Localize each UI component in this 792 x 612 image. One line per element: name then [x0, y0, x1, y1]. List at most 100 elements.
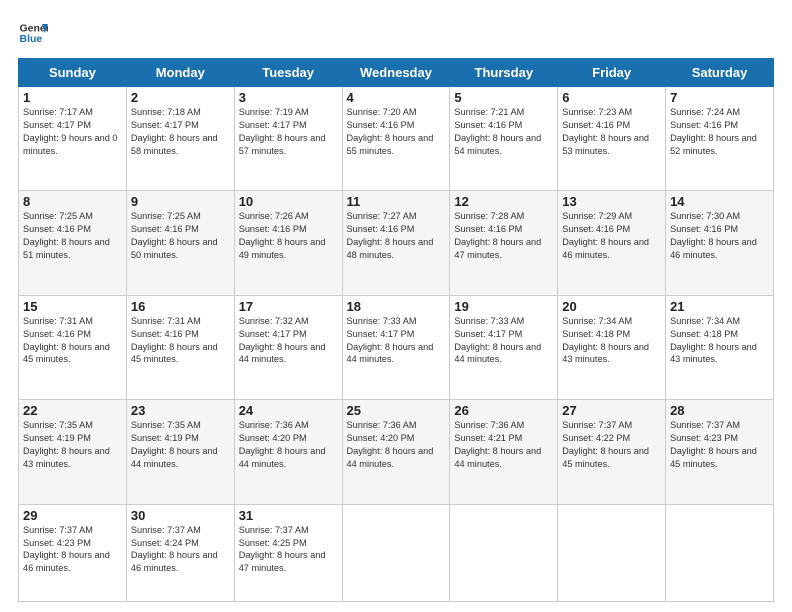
day-content: Sunrise: 7:29 AM Sunset: 4:16 PM Dayligh…	[562, 210, 661, 262]
sunset-label: Sunset: 4:17 PM	[23, 120, 91, 130]
daylight-label: Daylight: 8 hours and 44 minutes.	[131, 446, 218, 469]
daylight-label: Daylight: 8 hours and 54 minutes.	[454, 133, 541, 156]
calendar-day-28: 28 Sunrise: 7:37 AM Sunset: 4:23 PM Dayl…	[666, 400, 774, 504]
sunrise-label: Sunrise: 7:29 AM	[562, 211, 632, 221]
daylight-label: Daylight: 8 hours and 53 minutes.	[562, 133, 649, 156]
sunset-label: Sunset: 4:19 PM	[23, 433, 91, 443]
sunrise-label: Sunrise: 7:25 AM	[131, 211, 201, 221]
logo-icon: General Blue	[18, 18, 48, 48]
sunrise-label: Sunrise: 7:18 AM	[131, 107, 201, 117]
sunset-label: Sunset: 4:16 PM	[131, 224, 199, 234]
empty-cell	[558, 504, 666, 601]
day-number: 25	[347, 403, 446, 418]
sunset-label: Sunset: 4:16 PM	[454, 224, 522, 234]
daylight-label: Daylight: 8 hours and 45 minutes.	[670, 446, 757, 469]
calendar-day-17: 17 Sunrise: 7:32 AM Sunset: 4:17 PM Dayl…	[234, 295, 342, 399]
day-number: 28	[670, 403, 769, 418]
calendar-day-31: 31 Sunrise: 7:37 AM Sunset: 4:25 PM Dayl…	[234, 504, 342, 601]
calendar-day-1: 1 Sunrise: 7:17 AM Sunset: 4:17 PM Dayli…	[19, 87, 127, 191]
sunrise-label: Sunrise: 7:33 AM	[347, 316, 417, 326]
sunrise-label: Sunrise: 7:34 AM	[562, 316, 632, 326]
calendar-week-5: 29 Sunrise: 7:37 AM Sunset: 4:23 PM Dayl…	[19, 504, 774, 601]
daylight-label: Daylight: 8 hours and 52 minutes.	[670, 133, 757, 156]
sunset-label: Sunset: 4:16 PM	[670, 224, 738, 234]
day-number: 9	[131, 194, 230, 209]
day-content: Sunrise: 7:36 AM Sunset: 4:21 PM Dayligh…	[454, 419, 553, 471]
day-content: Sunrise: 7:20 AM Sunset: 4:16 PM Dayligh…	[347, 106, 446, 158]
daylight-label: Daylight: 8 hours and 46 minutes.	[23, 550, 110, 573]
page: General Blue SundayMondayTuesdayWednesda…	[0, 0, 792, 612]
sunrise-label: Sunrise: 7:37 AM	[670, 420, 740, 430]
sunrise-label: Sunrise: 7:28 AM	[454, 211, 524, 221]
day-content: Sunrise: 7:18 AM Sunset: 4:17 PM Dayligh…	[131, 106, 230, 158]
calendar-week-3: 15 Sunrise: 7:31 AM Sunset: 4:16 PM Dayl…	[19, 295, 774, 399]
day-number: 16	[131, 299, 230, 314]
daylight-label: Daylight: 8 hours and 44 minutes.	[454, 342, 541, 365]
sunrise-label: Sunrise: 7:35 AM	[23, 420, 93, 430]
sunrise-label: Sunrise: 7:37 AM	[131, 525, 201, 535]
weekday-header-friday: Friday	[558, 59, 666, 87]
sunset-label: Sunset: 4:25 PM	[239, 538, 307, 548]
day-number: 10	[239, 194, 338, 209]
sunrise-label: Sunrise: 7:33 AM	[454, 316, 524, 326]
calendar-day-12: 12 Sunrise: 7:28 AM Sunset: 4:16 PM Dayl…	[450, 191, 558, 295]
sunrise-label: Sunrise: 7:25 AM	[23, 211, 93, 221]
sunrise-label: Sunrise: 7:36 AM	[239, 420, 309, 430]
sunrise-label: Sunrise: 7:20 AM	[347, 107, 417, 117]
day-content: Sunrise: 7:19 AM Sunset: 4:17 PM Dayligh…	[239, 106, 338, 158]
sunset-label: Sunset: 4:18 PM	[670, 329, 738, 339]
sunrise-label: Sunrise: 7:34 AM	[670, 316, 740, 326]
daylight-label: Daylight: 8 hours and 45 minutes.	[23, 342, 110, 365]
daylight-label: Daylight: 8 hours and 44 minutes.	[347, 446, 434, 469]
day-number: 7	[670, 90, 769, 105]
daylight-label: Daylight: 8 hours and 47 minutes.	[454, 237, 541, 260]
sunset-label: Sunset: 4:24 PM	[131, 538, 199, 548]
sunrise-label: Sunrise: 7:31 AM	[131, 316, 201, 326]
day-content: Sunrise: 7:33 AM Sunset: 4:17 PM Dayligh…	[347, 315, 446, 367]
sunset-label: Sunset: 4:16 PM	[454, 120, 522, 130]
weekday-header-tuesday: Tuesday	[234, 59, 342, 87]
weekday-header-wednesday: Wednesday	[342, 59, 450, 87]
calendar-day-9: 9 Sunrise: 7:25 AM Sunset: 4:16 PM Dayli…	[126, 191, 234, 295]
sunset-label: Sunset: 4:16 PM	[562, 120, 630, 130]
day-number: 21	[670, 299, 769, 314]
sunrise-label: Sunrise: 7:21 AM	[454, 107, 524, 117]
calendar-day-13: 13 Sunrise: 7:29 AM Sunset: 4:16 PM Dayl…	[558, 191, 666, 295]
day-number: 15	[23, 299, 122, 314]
daylight-label: Daylight: 8 hours and 48 minutes.	[347, 237, 434, 260]
calendar-day-29: 29 Sunrise: 7:37 AM Sunset: 4:23 PM Dayl…	[19, 504, 127, 601]
day-content: Sunrise: 7:30 AM Sunset: 4:16 PM Dayligh…	[670, 210, 769, 262]
sunset-label: Sunset: 4:16 PM	[239, 224, 307, 234]
day-number: 20	[562, 299, 661, 314]
calendar-day-16: 16 Sunrise: 7:31 AM Sunset: 4:16 PM Dayl…	[126, 295, 234, 399]
day-content: Sunrise: 7:34 AM Sunset: 4:18 PM Dayligh…	[562, 315, 661, 367]
sunrise-label: Sunrise: 7:35 AM	[131, 420, 201, 430]
sunset-label: Sunset: 4:21 PM	[454, 433, 522, 443]
sunset-label: Sunset: 4:22 PM	[562, 433, 630, 443]
day-content: Sunrise: 7:25 AM Sunset: 4:16 PM Dayligh…	[23, 210, 122, 262]
calendar-day-14: 14 Sunrise: 7:30 AM Sunset: 4:16 PM Dayl…	[666, 191, 774, 295]
day-content: Sunrise: 7:37 AM Sunset: 4:23 PM Dayligh…	[670, 419, 769, 471]
day-number: 29	[23, 508, 122, 523]
sunset-label: Sunset: 4:19 PM	[131, 433, 199, 443]
calendar-day-8: 8 Sunrise: 7:25 AM Sunset: 4:16 PM Dayli…	[19, 191, 127, 295]
sunrise-label: Sunrise: 7:27 AM	[347, 211, 417, 221]
day-content: Sunrise: 7:34 AM Sunset: 4:18 PM Dayligh…	[670, 315, 769, 367]
calendar-day-11: 11 Sunrise: 7:27 AM Sunset: 4:16 PM Dayl…	[342, 191, 450, 295]
logo: General Blue	[18, 18, 52, 48]
calendar-week-2: 8 Sunrise: 7:25 AM Sunset: 4:16 PM Dayli…	[19, 191, 774, 295]
daylight-label: Daylight: 8 hours and 51 minutes.	[23, 237, 110, 260]
sunrise-label: Sunrise: 7:37 AM	[239, 525, 309, 535]
calendar-header-row: SundayMondayTuesdayWednesdayThursdayFrid…	[19, 59, 774, 87]
daylight-label: Daylight: 8 hours and 45 minutes.	[131, 342, 218, 365]
calendar-day-27: 27 Sunrise: 7:37 AM Sunset: 4:22 PM Dayl…	[558, 400, 666, 504]
daylight-label: Daylight: 8 hours and 43 minutes.	[562, 342, 649, 365]
sunrise-label: Sunrise: 7:36 AM	[347, 420, 417, 430]
daylight-label: Daylight: 8 hours and 50 minutes.	[131, 237, 218, 260]
daylight-label: Daylight: 8 hours and 43 minutes.	[670, 342, 757, 365]
daylight-label: Daylight: 9 hours and 0 minutes.	[23, 133, 118, 156]
day-content: Sunrise: 7:31 AM Sunset: 4:16 PM Dayligh…	[23, 315, 122, 367]
day-content: Sunrise: 7:33 AM Sunset: 4:17 PM Dayligh…	[454, 315, 553, 367]
day-number: 27	[562, 403, 661, 418]
empty-cell	[450, 504, 558, 601]
